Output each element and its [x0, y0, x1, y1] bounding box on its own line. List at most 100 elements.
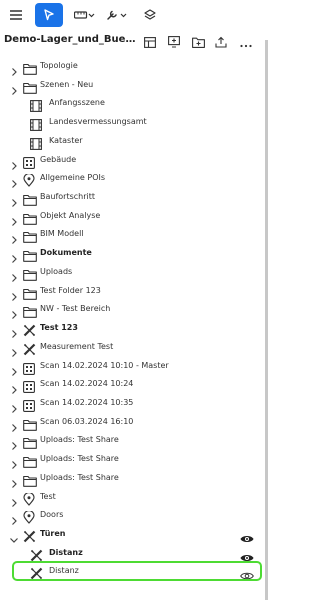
folder-icon — [23, 453, 37, 468]
folder-icon — [23, 303, 37, 319]
tree-item-label: BIM Modell — [40, 229, 84, 239]
add-screen-button[interactable] — [166, 34, 182, 50]
chevron-right-icon[interactable] — [9, 156, 19, 170]
chevron-right-icon[interactable] — [9, 324, 19, 339]
chevron-right-icon[interactable] — [9, 305, 19, 320]
tree-item-label: Uploads: Test Share — [40, 454, 119, 464]
tree-item-label: Landesvermessungsamt — [49, 117, 147, 127]
folder-icon — [23, 60, 37, 75]
tree-item[interactable]: Gebäude — [0, 152, 262, 170]
chevron-right-icon[interactable] — [9, 268, 19, 282]
chevron-right-icon[interactable] — [9, 362, 19, 376]
eye-filled-icon[interactable] — [240, 548, 254, 561]
folder-icon — [23, 434, 37, 450]
tree-item-label: Scan 14.02.2024 10:24 — [40, 379, 134, 389]
tree-item[interactable]: Doors — [0, 507, 262, 526]
project-title: Demo-Lager_und_Bueroge... — [4, 34, 136, 45]
tree-item[interactable]: Test Folder 123 — [0, 283, 262, 301]
folder-icon — [23, 247, 37, 263]
tree-item[interactable]: Landesvermessungsamt — [0, 114, 262, 132]
chevron-right-icon[interactable] — [9, 62, 19, 76]
measure-icon — [23, 341, 37, 356]
chevron-right-icon[interactable] — [9, 399, 19, 413]
grid-icon — [23, 378, 37, 394]
chevron-right-icon[interactable] — [9, 493, 19, 507]
chevron-right-icon[interactable] — [9, 193, 19, 207]
tree-item-label: Objekt Analyse — [40, 210, 101, 220]
tree-item[interactable]: Test — [0, 489, 262, 507]
tree-item[interactable]: Measurement Test — [0, 339, 262, 357]
folder-icon — [23, 285, 37, 300]
tree-item-label: Test — [40, 491, 56, 501]
chevron-right-icon[interactable] — [9, 474, 19, 488]
chevron-right-icon[interactable] — [9, 343, 19, 357]
scene-icon — [30, 135, 44, 150]
tree-item[interactable]: Szenen - Neu — [0, 77, 262, 95]
tree-item-label: Kataster — [49, 135, 83, 145]
tree-item-label: Dokumente — [40, 248, 92, 258]
chevron-right-icon[interactable] — [9, 174, 19, 189]
tree-item[interactable]: Uploads: Test Share — [0, 470, 262, 488]
tree-item[interactable]: Scan 14.02.2024 10:24 — [0, 376, 262, 395]
screen-add-icon — [168, 33, 180, 52]
tree-item[interactable]: NW - Test Bereich — [0, 301, 262, 320]
chevron-right-icon[interactable] — [9, 436, 19, 451]
more-icon — [240, 33, 252, 52]
tree-item-label: Scan 14.02.2024 10:10 - Master — [40, 360, 169, 370]
tree-item[interactable]: Kataster — [0, 133, 262, 151]
tree-item-label: Türen — [40, 529, 66, 538]
scrollbar[interactable] — [265, 40, 268, 600]
select-tool-button[interactable] — [35, 3, 63, 27]
tree-item[interactable]: Allgemeine POIs — [0, 170, 262, 189]
chevron-right-icon[interactable] — [9, 249, 19, 264]
grid-view-button[interactable] — [142, 34, 158, 50]
eye-filled-icon[interactable] — [240, 529, 254, 542]
tools-button[interactable] — [104, 3, 130, 27]
grid-icon — [23, 154, 37, 169]
scene-icon — [30, 97, 44, 113]
tree-item[interactable]: Anfangsszene — [0, 95, 262, 113]
chevron-right-icon[interactable] — [9, 81, 19, 95]
tree-item[interactable]: Uploads: Test Share — [0, 451, 262, 470]
chevron-right-icon[interactable] — [9, 287, 19, 301]
tree-item[interactable]: Scan 14.02.2024 10:10 - Master — [0, 358, 262, 376]
tree-item[interactable]: Scan 14.02.2024 10:35 — [0, 395, 262, 413]
menu-button[interactable] — [5, 3, 27, 27]
tree-item[interactable]: Baufortschritt — [0, 189, 262, 207]
pin-icon — [23, 491, 37, 506]
chevron-down-icon[interactable] — [9, 530, 19, 543]
chevron-right-icon[interactable] — [9, 511, 19, 526]
wrench-dropdown-icon — [106, 9, 128, 21]
tree-item-label: NW - Test Bereich — [40, 304, 111, 314]
tree-item[interactable]: BIM Modell — [0, 226, 262, 245]
chevron-right-icon[interactable] — [9, 380, 19, 395]
tree-item-label: Scan 06.03.2024 16:10 — [40, 416, 134, 426]
upload-button[interactable] — [213, 34, 229, 50]
tree-item-label: Distanz — [49, 547, 83, 557]
folder-icon — [23, 416, 37, 431]
tree-item[interactable]: Dokumente — [0, 245, 262, 264]
folder-icon — [23, 228, 37, 244]
tree-item[interactable]: Test 123 — [0, 320, 262, 339]
tree-item[interactable]: Türen — [0, 526, 262, 544]
menu-icon — [10, 10, 22, 20]
tree-item[interactable]: Uploads — [0, 264, 262, 282]
tree-item[interactable]: Objekt Analyse — [0, 208, 262, 226]
tree-item-label: Test 123 — [40, 323, 78, 333]
tree-item[interactable]: Scan 06.03.2024 16:10 — [0, 414, 262, 432]
scene-icon — [30, 116, 44, 132]
add-folder-button[interactable] — [190, 34, 206, 50]
main-toolbar — [0, 0, 268, 30]
tree-item[interactable]: Topologie — [0, 58, 262, 76]
tree-item-label: Uploads: Test Share — [40, 435, 119, 445]
measure-tool-button[interactable] — [72, 3, 98, 27]
layers-button[interactable] — [139, 3, 161, 27]
pin-icon — [23, 509, 37, 525]
tree-item[interactable]: Uploads: Test Share — [0, 432, 262, 451]
chevron-right-icon[interactable] — [9, 230, 19, 245]
chevron-right-icon[interactable] — [9, 455, 19, 470]
chevron-right-icon[interactable] — [9, 418, 19, 432]
more-options-button[interactable] — [238, 34, 254, 50]
grid-icon — [23, 397, 37, 412]
chevron-right-icon[interactable] — [9, 212, 19, 226]
